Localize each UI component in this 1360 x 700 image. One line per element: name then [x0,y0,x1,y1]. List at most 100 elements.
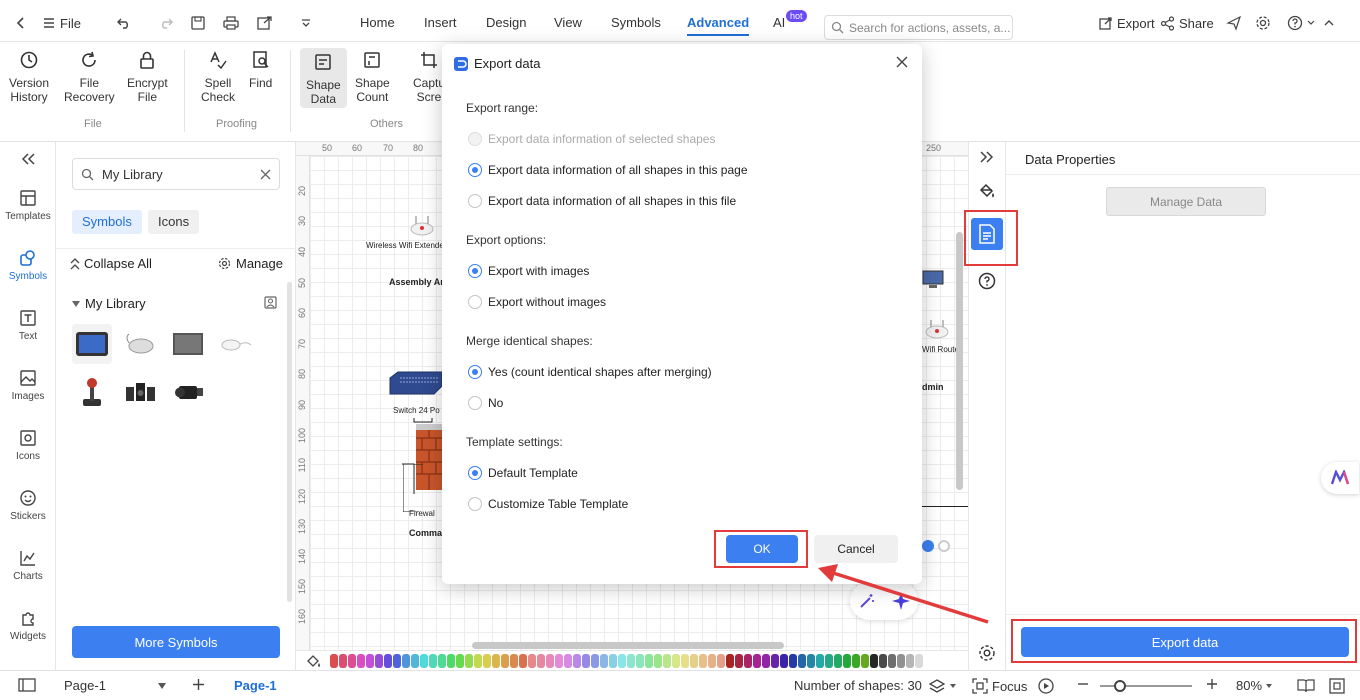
export-data-button[interactable]: Export data [1021,627,1349,657]
color-swatch[interactable] [861,654,869,668]
color-swatch[interactable] [402,654,410,668]
close-icon[interactable] [896,56,908,68]
color-swatch[interactable] [825,654,833,668]
color-swatch[interactable] [519,654,527,668]
color-swatch[interactable] [339,654,347,668]
color-swatch[interactable] [384,654,392,668]
clear-icon[interactable] [260,169,271,180]
router-shape[interactable] [924,318,950,340]
canvas-vertical-scrollbar[interactable] [956,232,963,490]
color-swatch[interactable] [681,654,689,668]
canvas-horizontal-scrollbar[interactable] [472,642,784,649]
spell-check-button[interactable]: Spell Check [201,50,235,104]
color-swatch[interactable] [366,654,374,668]
version-history-button[interactable]: Version History [9,50,49,104]
color-swatch[interactable] [474,654,482,668]
color-swatch[interactable] [483,654,491,668]
color-swatch[interactable] [789,654,797,668]
color-swatch[interactable] [510,654,518,668]
help-circle-icon[interactable] [978,272,996,290]
library-export-icon[interactable] [264,296,277,309]
layers-icon[interactable] [928,678,956,694]
data-properties-tab[interactable] [971,218,1003,250]
color-swatch[interactable] [672,654,680,668]
radio-with-images[interactable]: Export with images [468,264,589,278]
color-swatch[interactable] [834,654,842,668]
color-swatch[interactable] [555,654,563,668]
collapse-all-button[interactable]: Collapse All [70,256,152,271]
tab-symbols[interactable]: Symbols [611,12,661,36]
zoom-in-icon[interactable] [1206,678,1218,690]
play-icon[interactable] [1038,678,1054,694]
color-swatch[interactable] [537,654,545,668]
color-swatch[interactable] [348,654,356,668]
tab-view[interactable]: View [554,12,582,36]
book-view-icon[interactable] [1297,678,1315,693]
color-swatch[interactable] [870,654,878,668]
color-swatch[interactable] [888,654,896,668]
settings-icon[interactable] [1255,12,1271,34]
color-swatch[interactable] [663,654,671,668]
encrypt-file-button[interactable]: Encrypt File [127,50,168,104]
zoom-out-icon[interactable] [1077,678,1089,690]
focus-button[interactable]: Focus [972,678,1027,694]
color-swatch[interactable] [618,654,626,668]
tab-ai[interactable]: AI [773,12,785,36]
chip-icons[interactable]: Icons [148,210,200,234]
color-swatch[interactable] [807,654,815,668]
color-swatch[interactable] [852,654,860,668]
fill-bucket-icon[interactable] [306,654,322,668]
color-swatch[interactable] [357,654,365,668]
search-box[interactable]: Search for actions, assets, a... [824,15,1013,40]
find-button[interactable]: Find [249,50,272,90]
color-swatch[interactable] [564,654,572,668]
collapse-icon[interactable] [1322,12,1336,34]
save-icon[interactable] [190,12,206,34]
settings-gear-icon[interactable] [978,644,996,662]
chip-symbols[interactable]: Symbols [72,210,142,234]
symbol-joystick[interactable] [72,372,112,412]
radio-without-images[interactable]: Export without images [468,295,606,309]
radio-custom-template[interactable]: Customize Table Template [468,497,628,511]
manage-button[interactable]: Manage [218,256,283,271]
color-swatch[interactable] [798,654,806,668]
more-dropdown-icon[interactable] [300,12,312,34]
back-icon[interactable] [14,12,28,34]
radio-merge-no[interactable]: No [468,396,503,410]
library-scrollbar[interactable] [287,282,292,602]
radio-all-shapes-file[interactable]: Export data information of all shapes in… [468,194,736,208]
radio-selected-shapes[interactable]: Export data information of selected shap… [468,132,715,146]
redo-icon[interactable] [158,12,174,34]
color-swatch[interactable] [753,654,761,668]
color-swatch[interactable] [582,654,590,668]
library-search-input[interactable]: My Library [72,158,280,190]
color-swatch[interactable] [717,654,725,668]
print-icon[interactable] [222,12,240,34]
color-swatch[interactable] [429,654,437,668]
color-swatch[interactable] [492,654,500,668]
color-swatch[interactable] [456,654,464,668]
zoom-select[interactable]: 80% [1236,678,1273,693]
add-page-icon[interactable] [192,678,205,691]
help-icon[interactable] [1287,12,1315,34]
capture-screen-button[interactable]: Captu Scre [413,50,445,104]
color-swatch[interactable] [735,654,743,668]
rail-item-icons[interactable]: Icons [0,429,56,462]
page-tab-active[interactable]: Page-1 [220,676,291,696]
radio-default-template[interactable]: Default Template [468,466,578,480]
my-library-section[interactable]: My Library [72,296,146,311]
color-swatch[interactable] [501,654,509,668]
rail-item-charts[interactable]: Charts [0,549,56,582]
computer-shape[interactable] [922,270,944,290]
paint-bucket-icon[interactable] [978,182,996,200]
color-swatch[interactable] [627,654,635,668]
color-swatch[interactable] [420,654,428,668]
color-swatch[interactable] [591,654,599,668]
color-swatch[interactable] [906,654,914,668]
shape-count-button[interactable]: Shape Count [355,50,390,104]
tab-home[interactable]: Home [360,12,395,36]
expand-panel-icon[interactable] [979,150,995,164]
selection-handle[interactable] [922,540,934,552]
color-swatch[interactable] [573,654,581,668]
color-swatch[interactable] [744,654,752,668]
